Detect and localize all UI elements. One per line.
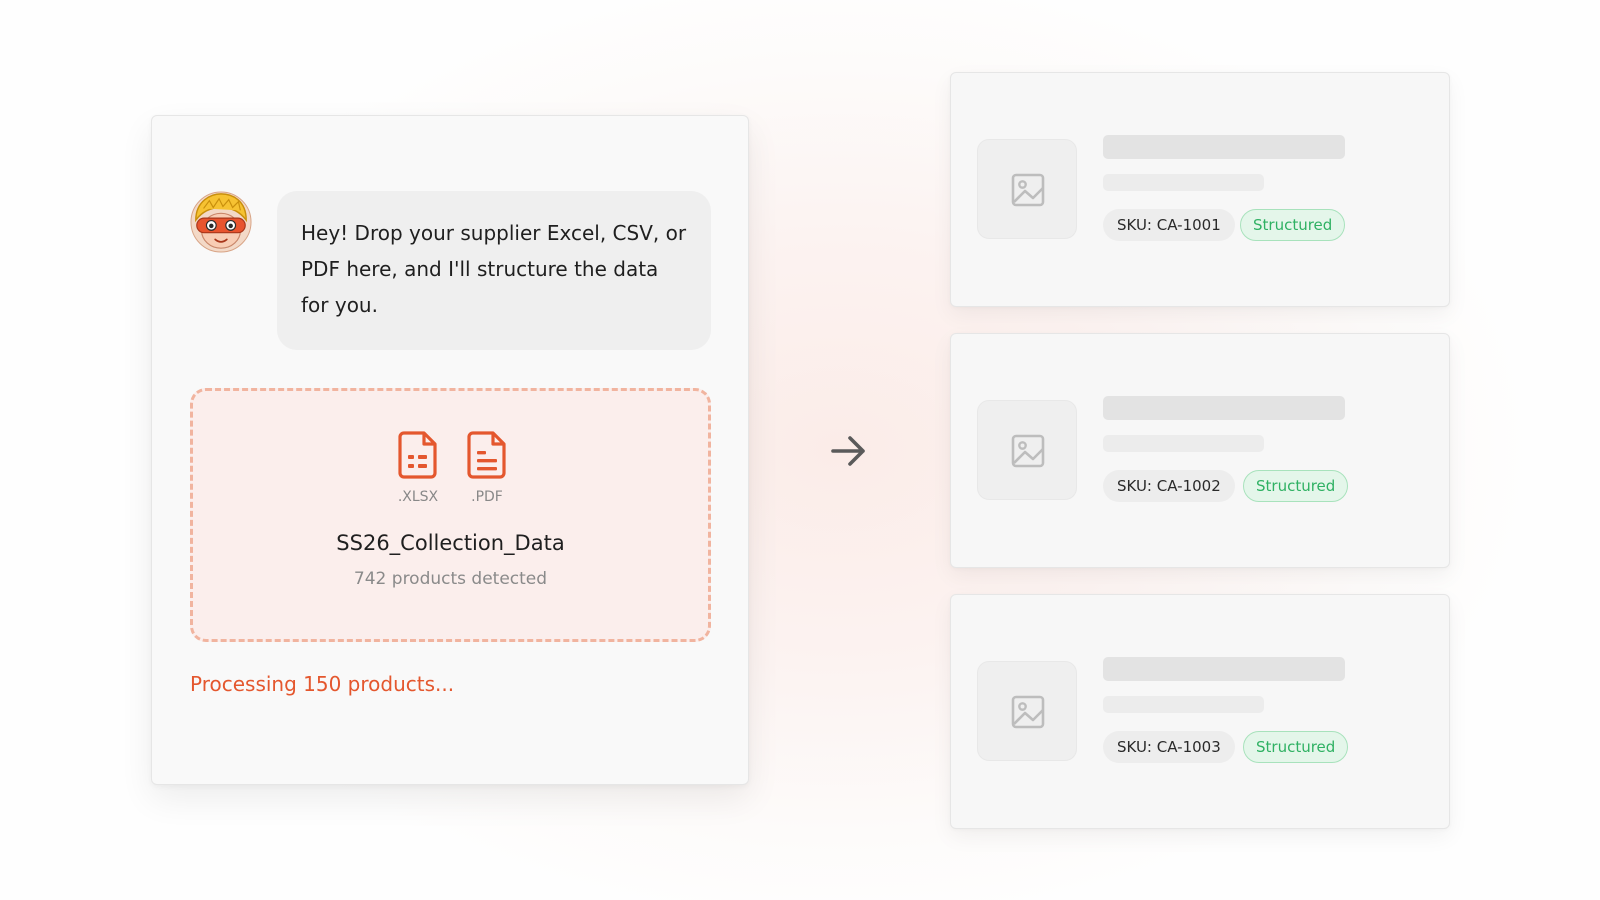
spreadsheet-file-icon — [398, 431, 437, 479]
product-image-placeholder — [977, 400, 1077, 500]
product-subtitle-skeleton — [1103, 435, 1264, 452]
product-subtitle-skeleton — [1103, 174, 1264, 191]
file-type-label-pdf: .PDF — [471, 489, 503, 505]
status-badge: Structured — [1240, 209, 1346, 241]
processing-status: Processing 150 products... — [190, 672, 455, 696]
assistant-message-bubble: Hey! Drop your supplier Excel, CSV, or P… — [277, 191, 711, 350]
product-title-skeleton — [1103, 135, 1345, 159]
document-file-icon — [467, 431, 506, 479]
image-placeholder-icon — [1011, 434, 1045, 468]
sku-chip: SKU: CA-1001 — [1103, 209, 1235, 241]
chat-upload-card: Hey! Drop your supplier Excel, CSV, or P… — [151, 115, 749, 785]
uploaded-file-name: SS26_Collection_Data — [336, 531, 565, 555]
product-title-skeleton — [1103, 657, 1345, 681]
product-subtitle-skeleton — [1103, 696, 1264, 713]
arrow-right-icon — [831, 436, 865, 466]
status-badge: Structured — [1243, 470, 1349, 502]
sku-chip: SKU: CA-1003 — [1103, 731, 1235, 763]
detected-products-count: 742 products detected — [353, 569, 548, 589]
image-placeholder-icon — [1011, 173, 1045, 207]
product-image-placeholder — [977, 661, 1077, 761]
file-type-label-xlsx: .XLSX — [397, 489, 439, 505]
mascot-avatar-icon — [190, 191, 252, 253]
product-title-skeleton — [1103, 396, 1345, 420]
product-card[interactable]: SKU: CA-1003 Structured — [950, 594, 1450, 829]
status-badge: Structured — [1243, 731, 1349, 763]
file-dropzone[interactable]: .XLSX .PDF SS26_Collection_Data 742 prod… — [190, 388, 711, 642]
product-image-placeholder — [977, 139, 1077, 239]
product-card[interactable]: SKU: CA-1002 Structured — [950, 333, 1450, 568]
product-card[interactable]: SKU: CA-1001 Structured — [950, 72, 1450, 307]
sku-chip: SKU: CA-1002 — [1103, 470, 1235, 502]
image-placeholder-icon — [1011, 695, 1045, 729]
